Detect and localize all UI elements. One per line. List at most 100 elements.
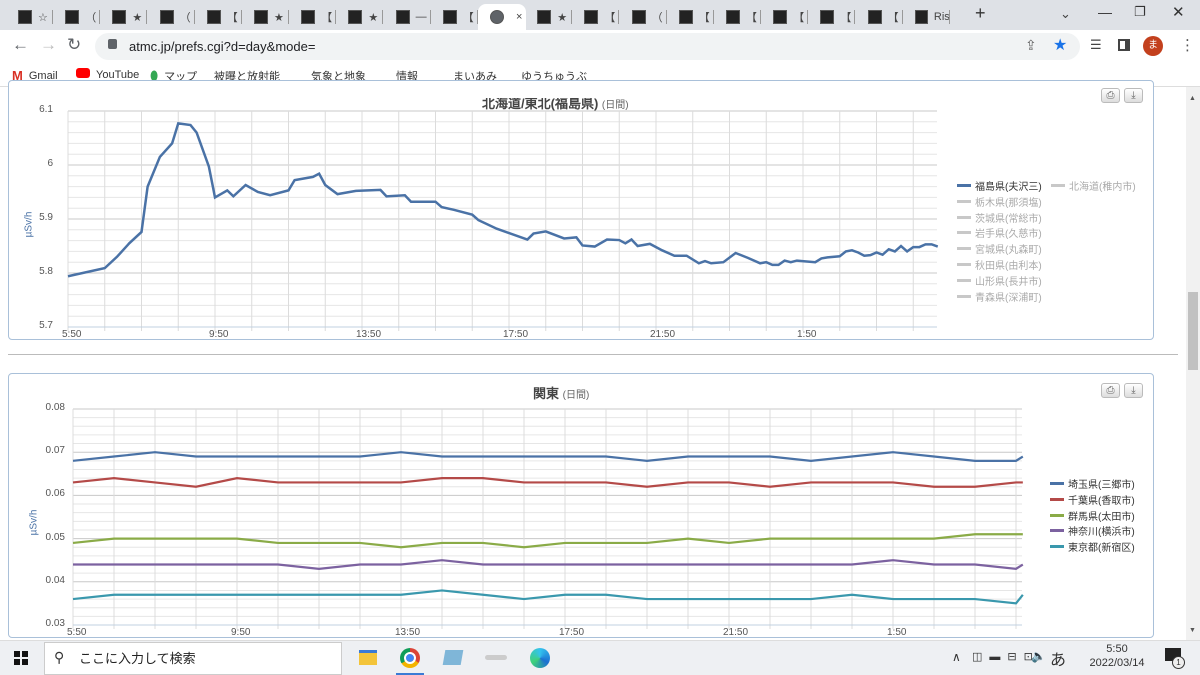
legend-swatch xyxy=(1050,513,1064,517)
legend-item[interactable]: 北海道(稚内市) xyxy=(1051,178,1136,193)
address-bar[interactable]: atmc.jp/prefs.cgi?d=day&mode= xyxy=(95,33,1080,60)
taskbar-search-input[interactable]: ここに入力して検索 xyxy=(44,642,342,675)
tab[interactable]: （ xyxy=(620,4,667,30)
tab-label: ★ xyxy=(132,11,143,24)
share-icon[interactable]: ⇪ xyxy=(1025,37,1037,54)
tab-label: 【 xyxy=(462,12,474,24)
tab[interactable]: 【 xyxy=(572,4,620,30)
edge-icon[interactable] xyxy=(530,648,550,668)
clock-date: 2022/03/14 xyxy=(1089,657,1145,669)
forward-button[interactable]: → xyxy=(40,35,57,55)
legend-item[interactable]: 福島県(夫沢三) xyxy=(957,178,1042,193)
tab[interactable]: Ris xyxy=(903,4,950,30)
tab[interactable]: ★ xyxy=(242,4,289,30)
tab-label: ★ xyxy=(368,11,379,24)
scrollbar[interactable]: ▲ ▼ xyxy=(1186,87,1200,640)
close-window-button[interactable]: ✕ xyxy=(1172,3,1185,21)
chart-title-suffix: (日間) xyxy=(562,390,590,401)
favicon xyxy=(820,10,835,24)
tab-active[interactable]: × xyxy=(478,4,526,30)
tab[interactable]: 【 xyxy=(714,4,761,30)
tab[interactable]: 【 xyxy=(667,4,714,30)
reload-button[interactable]: ↻ xyxy=(67,35,81,55)
back-button[interactable]: ← xyxy=(12,35,29,55)
tray-icons[interactable]: ◫▬⊟⊡ xyxy=(972,650,1040,663)
file-explorer-icon[interactable] xyxy=(359,650,377,665)
favicon xyxy=(301,10,316,24)
notification-count: 1 xyxy=(1172,656,1185,669)
x-tick-label: 13:50 xyxy=(356,329,382,340)
tab[interactable]: 【 xyxy=(195,4,242,30)
tab[interactable]: 【 xyxy=(761,4,809,30)
legend-item[interactable]: 東京都(新宿区) xyxy=(1050,539,1135,554)
scrollbar-thumb[interactable] xyxy=(1188,292,1198,370)
legend-item[interactable]: 山形県(長井市) xyxy=(957,273,1042,288)
legend-label: 群馬県(太田市) xyxy=(1068,511,1135,523)
legend-item[interactable]: 神奈川(横浜市) xyxy=(1050,523,1135,538)
tab[interactable]: 【 xyxy=(808,4,856,30)
tab-label: （ xyxy=(651,12,663,24)
menu-icon[interactable]: ⋮ xyxy=(1180,36,1195,54)
legend-item[interactable]: 栃木県(那須塩) xyxy=(957,194,1042,209)
legend-swatch xyxy=(957,263,971,266)
tab[interactable]: 【 xyxy=(856,4,903,30)
tab[interactable]: ★ xyxy=(336,4,384,30)
tray-overflow-icon[interactable]: ∧ xyxy=(952,650,961,664)
tab-label: 【 xyxy=(226,12,238,24)
legend-swatch xyxy=(1050,482,1064,485)
series-line xyxy=(72,451,1024,462)
tab-search-button[interactable]: ⌄ xyxy=(1060,6,1071,22)
series-line xyxy=(72,477,1023,488)
new-tab-button[interactable]: + xyxy=(975,3,986,24)
y-tick-label: 0.07 xyxy=(45,445,65,457)
legend-item[interactable]: 茨城県(常総市) xyxy=(957,210,1042,225)
x-tick-label: 5:50 xyxy=(67,627,87,638)
tab[interactable]: （ xyxy=(53,4,101,30)
download-button[interactable]: ⤓ xyxy=(1124,383,1143,398)
legend-label: 青森県(深浦町) xyxy=(975,292,1042,304)
tab[interactable]: 【 xyxy=(289,4,337,30)
legend-item[interactable]: 青森県(深浦町) xyxy=(957,289,1042,304)
y-tick-label: 5.8 xyxy=(39,266,53,277)
app-icon[interactable] xyxy=(442,650,464,665)
bookmark-label: YouTube xyxy=(96,68,140,81)
tab-label: （ xyxy=(85,12,97,24)
legend-item[interactable]: 千葉県(香取市) xyxy=(1050,492,1135,507)
close-tab-icon[interactable]: × xyxy=(516,11,522,23)
bookmark-star-icon[interactable]: ★ xyxy=(1053,35,1067,55)
tab[interactable]: 【 xyxy=(431,4,478,30)
print-button[interactable]: ⎙ xyxy=(1101,88,1120,103)
print-button[interactable]: ⎙ xyxy=(1101,383,1120,398)
x-tick-label: 9:50 xyxy=(209,329,229,340)
windows-start-icon[interactable] xyxy=(14,651,28,665)
legend-item[interactable]: 群馬県(太田市) xyxy=(1050,508,1135,523)
tab-label: Ris xyxy=(933,11,950,23)
tab-label: 【 xyxy=(746,12,757,24)
favicon xyxy=(206,10,221,24)
tab[interactable]: ☆ xyxy=(6,4,53,30)
search-placeholder: ここに入力して検索 xyxy=(79,651,196,666)
favicon xyxy=(867,10,882,24)
side-panel-icon[interactable] xyxy=(1118,39,1130,51)
minimize-button[interactable]: — xyxy=(1098,4,1112,20)
chrome-icon[interactable] xyxy=(400,648,420,668)
media-control-icon[interactable]: ☰ xyxy=(1090,37,1102,53)
clock[interactable]: 5:50 2022/03/14 xyxy=(1087,643,1147,669)
tab[interactable]: ― xyxy=(384,4,431,30)
volume-icon[interactable]: 🔈 xyxy=(1031,649,1046,663)
restore-button[interactable]: ❐ xyxy=(1134,4,1146,20)
ime-indicator[interactable]: あ xyxy=(1050,646,1066,670)
tab[interactable]: ★ xyxy=(525,4,573,30)
taskbar: ここに入力して検索 ⚲ ∧ ◫▬⊟⊡ 🔈 あ 5:50 2022/03/14 1 xyxy=(0,640,1200,675)
download-button[interactable]: ⤓ xyxy=(1124,88,1143,103)
profile-avatar[interactable]: ま xyxy=(1143,36,1163,56)
app-icon-2[interactable] xyxy=(485,655,507,660)
tab[interactable]: ★ xyxy=(100,4,148,30)
legend-item[interactable]: 埼玉県(三郷市) xyxy=(1050,476,1135,491)
favicon xyxy=(348,10,363,24)
tab[interactable]: （ xyxy=(148,4,195,30)
legend-item[interactable]: 岩手県(久慈市) xyxy=(957,225,1042,240)
legend-item[interactable]: 秋田県(由利本) xyxy=(957,257,1042,272)
chart-title-text: 関東 xyxy=(533,386,560,401)
legend-item[interactable]: 宮城県(丸森町) xyxy=(957,241,1042,256)
